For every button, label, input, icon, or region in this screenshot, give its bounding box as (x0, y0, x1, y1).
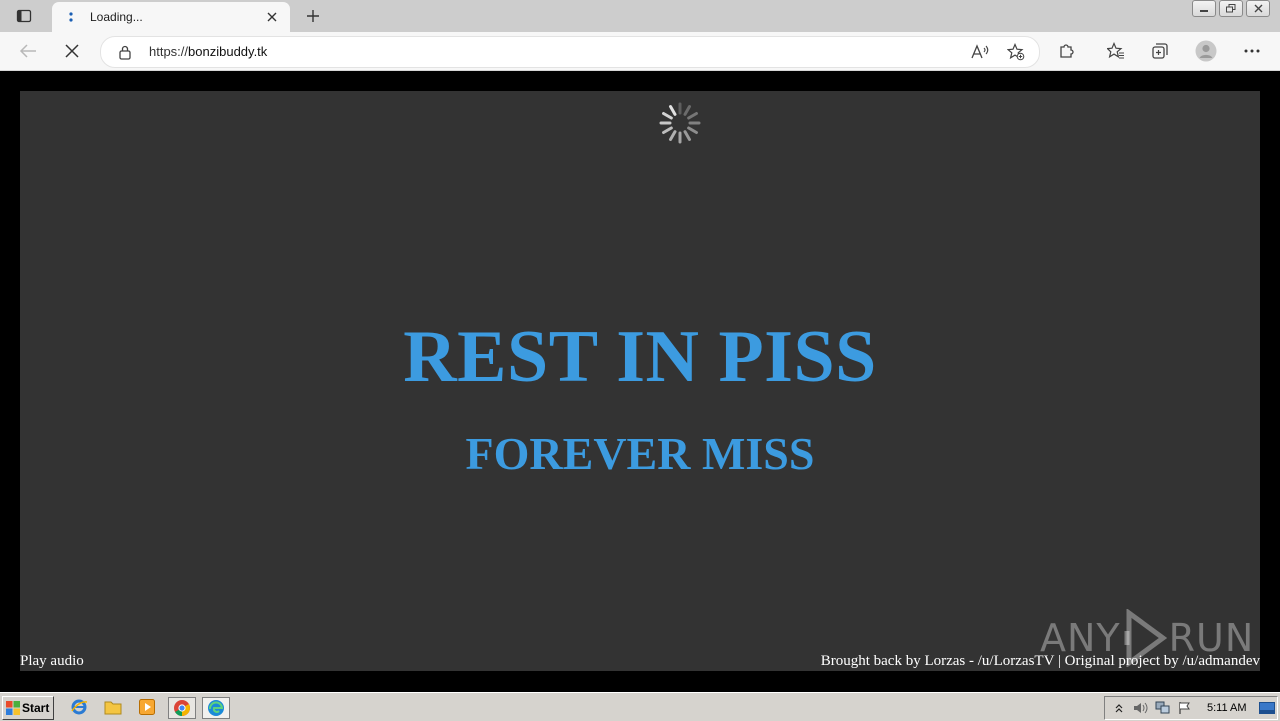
start-button[interactable]: Start (2, 696, 54, 720)
tray-network[interactable] (1155, 700, 1171, 716)
window-controls (1189, 0, 1270, 18)
minimize-button[interactable] (1192, 0, 1216, 17)
subheadline: FOREVER MISS (465, 428, 815, 479)
loading-favicon-icon (64, 10, 78, 24)
tab-title: Loading... (90, 10, 143, 24)
tab-actions-icon (16, 9, 32, 23)
network-icon (1155, 701, 1170, 714)
tab-active[interactable]: Loading... (52, 2, 290, 32)
stop-loading-button[interactable] (60, 39, 84, 63)
internet-explorer-icon (71, 699, 88, 715)
headline: REST IN PISS (403, 316, 877, 398)
tab-close-button[interactable] (262, 7, 282, 27)
show-desktop-button[interactable] (1258, 700, 1275, 716)
close-icon (65, 44, 79, 58)
tray-expand-button[interactable] (1111, 700, 1127, 716)
tray-volume[interactable] (1133, 700, 1149, 716)
taskbar-edge[interactable] (202, 697, 230, 719)
close-icon (1254, 4, 1262, 13)
spinner-bar (669, 130, 677, 141)
start-label: Start (22, 701, 50, 715)
collections-icon (1152, 43, 1168, 59)
play-audio-link[interactable]: Play audio (20, 653, 84, 670)
taskbar-clock[interactable]: 5:11 AM (1207, 702, 1247, 714)
close-window-button[interactable] (1246, 0, 1270, 17)
taskbar-ie[interactable] (68, 697, 90, 717)
read-aloud-icon (971, 44, 989, 59)
read-aloud-button[interactable] (971, 43, 989, 61)
settings-menu-button[interactable] (1240, 39, 1264, 63)
profile-button[interactable] (1194, 39, 1218, 63)
minimize-icon (1200, 9, 1208, 12)
url-scheme: https:// (149, 44, 189, 59)
tab-actions-button[interactable] (8, 4, 40, 28)
avatar-icon (1195, 40, 1217, 62)
loading-spinner-icon (659, 102, 701, 144)
chevron-up-icon (1115, 704, 1123, 713)
spinner-bar (687, 112, 698, 120)
media-player-icon (139, 699, 155, 715)
watermark-text-right: RUN (1168, 616, 1255, 660)
favorites-icon (1107, 42, 1124, 59)
favorites-button[interactable] (1104, 39, 1128, 63)
collections-button[interactable] (1148, 39, 1172, 63)
back-button[interactable] (16, 39, 40, 63)
new-tab-button[interactable] (300, 4, 326, 28)
desktop-icon (1258, 702, 1275, 714)
more-dots-icon (1244, 49, 1260, 53)
restore-icon (1226, 4, 1236, 13)
tab-strip: Loading... (0, 0, 1280, 32)
spinner-bar (683, 130, 691, 141)
spinner-bar (662, 126, 673, 134)
spinner-bar (662, 112, 673, 120)
extensions-button[interactable] (1055, 39, 1079, 63)
plus-icon (307, 10, 319, 22)
lock-icon[interactable] (117, 44, 133, 60)
tray-action-center[interactable] (1177, 700, 1193, 716)
url-text[interactable]: https://bonzibuddy.tk (149, 44, 267, 59)
windows-logo-icon (6, 701, 20, 715)
restore-button[interactable] (1219, 0, 1243, 17)
taskbar-explorer[interactable] (102, 697, 124, 717)
anyrun-watermark: ANY RUN (1040, 609, 1254, 667)
spinner-bar (687, 126, 698, 134)
close-icon (267, 12, 277, 22)
spinner-bar (669, 105, 677, 116)
back-arrow-icon (19, 44, 36, 58)
puzzle-icon (1060, 44, 1074, 58)
folder-icon (104, 701, 122, 715)
browser-toolbar: https://bonzibuddy.tk (0, 32, 1280, 71)
add-favorite-button[interactable] (1007, 43, 1025, 61)
speaker-icon (1134, 702, 1148, 714)
play-triangle-icon (1124, 609, 1167, 667)
chrome-icon (174, 700, 190, 716)
taskbar: Start 5:11 AM (0, 692, 1280, 721)
taskbar-media-player[interactable] (136, 697, 158, 717)
star-plus-icon (1007, 43, 1025, 61)
url-host: bonzibuddy.tk (188, 44, 268, 59)
content-stage: REST IN PISS FOREVER MISS (20, 91, 1260, 671)
spinner-bar (683, 105, 691, 116)
taskbar-chrome[interactable] (168, 697, 196, 719)
page-viewport: REST IN PISS FOREVER MISS Play audio Bro… (0, 71, 1280, 689)
flag-icon (1179, 702, 1190, 714)
watermark-text-left: ANY (1040, 616, 1121, 660)
address-bar[interactable]: https://bonzibuddy.tk (100, 36, 1040, 68)
system-tray: 5:11 AM (1104, 696, 1278, 720)
edge-icon (208, 700, 224, 716)
